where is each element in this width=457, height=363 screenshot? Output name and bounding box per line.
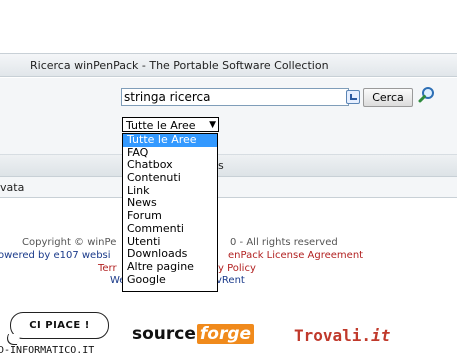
search-button[interactable]: Cerca: [363, 88, 413, 107]
copyright-line: Copyright © winPe 0 - All rights reserve…: [22, 237, 338, 248]
dropdown-option[interactable]: Forum: [123, 209, 217, 223]
area-select-value: Tutte le Aree: [126, 119, 196, 132]
dropdown-option[interactable]: Altre pagine: [123, 260, 217, 274]
keyboard-icon[interactable]: [346, 90, 360, 104]
area-select[interactable]: Tutte le Aree ▼: [122, 117, 219, 132]
page-title: Ricerca winPenPack - The Portable Softwa…: [30, 59, 329, 72]
table-row: vata: [0, 177, 457, 198]
vrent-link[interactable]: vRent: [216, 275, 245, 286]
table-row-text: vata: [0, 181, 25, 194]
powered-line: owered by e107 websi enPack License Agre…: [0, 250, 363, 261]
dropdown-option[interactable]: Tutte le Aree: [123, 133, 217, 147]
copyright-text: Copyright © winPe: [22, 237, 117, 248]
license-link[interactable]: enPack License Agreement: [228, 250, 363, 261]
dropdown-option[interactable]: Commenti: [123, 222, 217, 236]
trovali-logo[interactable]: Trovali.it: [294, 326, 390, 345]
title-bar: Ricerca winPenPack - The Portable Softwa…: [0, 53, 457, 77]
dropdown-option[interactable]: Google: [123, 273, 217, 287]
trovali-logo-it: it: [371, 326, 391, 345]
magnifier-icon[interactable]: [418, 86, 436, 104]
terms-line: Terr y Policy: [98, 263, 256, 274]
table-header-text: s: [218, 159, 224, 172]
search-input[interactable]: stringa ricerca: [121, 88, 349, 106]
terms-link[interactable]: Terr: [98, 263, 117, 274]
dropdown-arrow-icon: ▼: [209, 120, 216, 130]
trovali-logo-text: Trovali.: [294, 326, 372, 345]
copyright-rights: 0 - All rights reserved: [230, 237, 338, 248]
table-header: s: [0, 155, 457, 177]
privacy-link[interactable]: y Policy: [218, 263, 256, 274]
area-dropdown-list[interactable]: Tutte le Aree FAQ Chatbox Contenuti Link…: [122, 133, 218, 292]
powered-text[interactable]: owered by e107 websi: [0, 250, 111, 261]
informatico-link[interactable]: D-INFORMATICO.IT: [0, 345, 94, 356]
sourceforge-logo[interactable]: source forge: [132, 324, 255, 344]
dropdown-option[interactable]: Contenuti: [123, 171, 217, 185]
like-badge[interactable]: CI PIACE !: [10, 312, 109, 339]
speech-tail: [3, 334, 22, 345]
dropdown-option[interactable]: Downloads: [123, 247, 217, 261]
sourceforge-logo-forge: forge: [196, 324, 255, 344]
sourceforge-logo-source: source: [132, 324, 196, 344]
